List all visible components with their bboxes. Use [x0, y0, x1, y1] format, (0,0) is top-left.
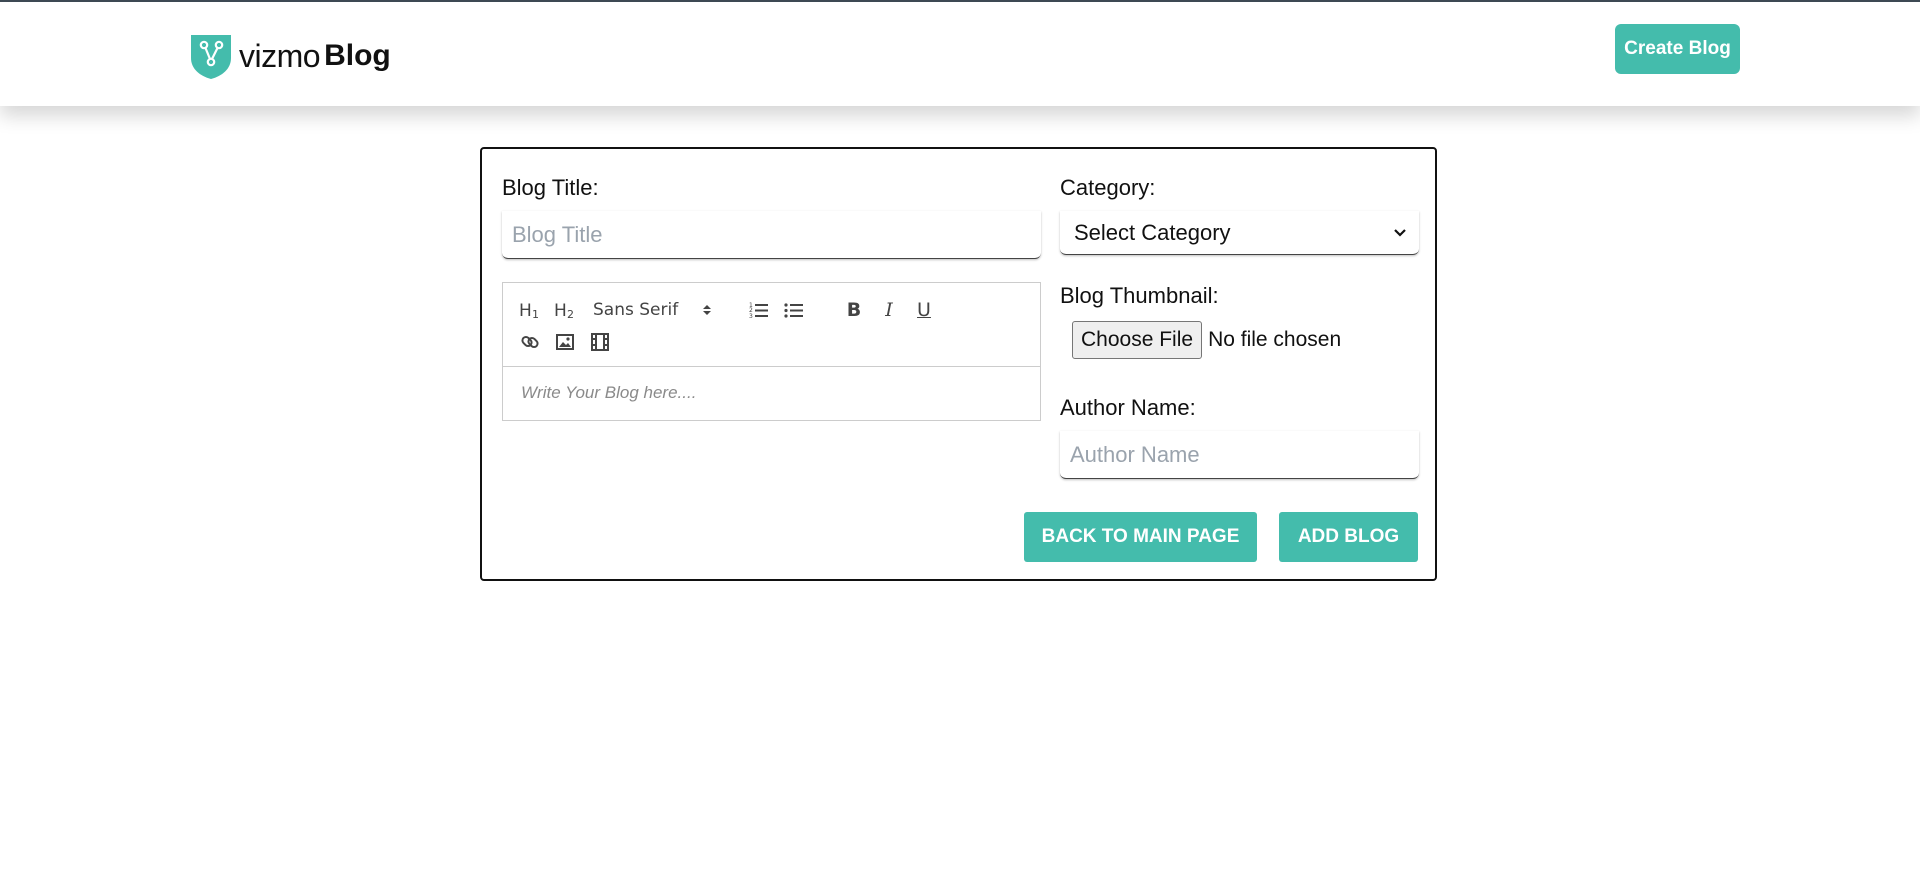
heading-2-icon[interactable]: H2: [552, 297, 578, 323]
chevron-down-icon: [1394, 228, 1406, 237]
category-select[interactable]: Select Category: [1060, 211, 1419, 255]
blog-title-input[interactable]: [502, 211, 1041, 259]
category-selected-value: Select Category: [1074, 219, 1231, 245]
shield-share-icon: [191, 35, 231, 79]
create-blog-button[interactable]: Create Blog: [1615, 24, 1740, 74]
ordered-list-icon[interactable]: 1 2 3: [746, 297, 772, 323]
brand-name: vizmo: [239, 37, 321, 74]
blog-title-label: Blog Title:: [502, 175, 599, 200]
bullet-list-icon[interactable]: [781, 297, 807, 323]
font-picker[interactable]: Sans Serif: [593, 297, 713, 323]
updown-chevron-icon: [703, 305, 711, 315]
link-icon[interactable]: [517, 329, 543, 355]
editor-content[interactable]: Write Your Blog here....: [521, 383, 696, 403]
author-name-input[interactable]: [1060, 431, 1419, 479]
blog-editor: H1 H2 Sans Serif 1 2 3 B I U Write Your …: [502, 282, 1041, 421]
author-label: Author Name:: [1060, 395, 1196, 420]
category-label: Category:: [1060, 175, 1156, 200]
site-header: vizmo Blog Create Blog: [0, 2, 1920, 106]
back-to-main-button[interactable]: BACK TO MAIN PAGE: [1024, 512, 1257, 562]
thumbnail-file-input: Choose File No file chosen: [1072, 321, 1341, 359]
svg-text:1: 1: [532, 308, 539, 320]
brand-suffix: Blog: [324, 39, 391, 72]
thumbnail-label: Blog Thumbnail:: [1060, 283, 1219, 308]
svg-text:H: H: [554, 301, 567, 320]
video-icon[interactable]: [587, 329, 613, 355]
choose-file-button[interactable]: Choose File: [1072, 321, 1203, 359]
font-picker-label: Sans Serif: [593, 300, 679, 320]
svg-text:2: 2: [567, 308, 574, 320]
file-status-text: No file chosen: [1208, 328, 1342, 351]
brand-logo[interactable]: vizmo Blog: [189, 32, 391, 80]
editor-toolbar: H1 H2 Sans Serif 1 2 3 B I U: [503, 283, 1040, 367]
create-blog-form: Blog Title: H1 H2 Sans Serif 1 2 3: [480, 147, 1437, 581]
italic-icon[interactable]: I: [876, 297, 902, 323]
svg-text:H: H: [519, 301, 532, 320]
heading-1-icon[interactable]: H1: [517, 297, 543, 323]
underline-icon[interactable]: U: [911, 297, 937, 323]
bold-icon[interactable]: B: [841, 297, 867, 323]
image-icon[interactable]: [552, 329, 578, 355]
svg-text:3: 3: [749, 313, 753, 319]
add-blog-button[interactable]: ADD BLOG: [1279, 512, 1418, 562]
